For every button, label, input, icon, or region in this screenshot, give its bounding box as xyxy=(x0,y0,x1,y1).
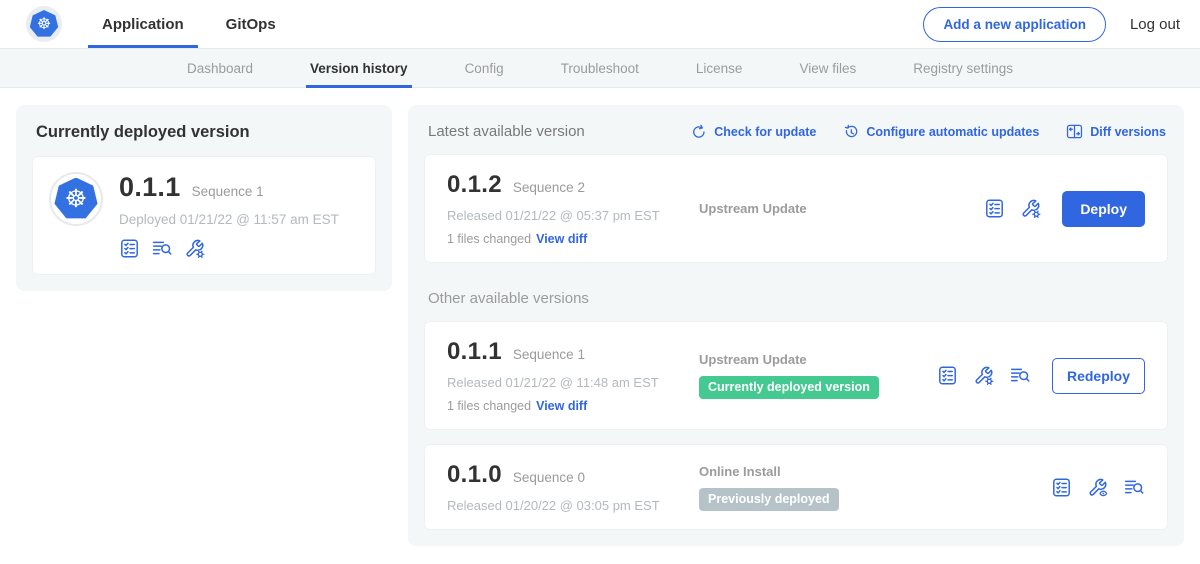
released-timestamp: Released 01/20/22 @ 03:05 pm EST xyxy=(447,498,699,513)
add-application-button[interactable]: Add a new application xyxy=(923,7,1106,42)
view-diff-link[interactable]: View diff xyxy=(536,232,587,246)
version-sequence: Sequence 2 xyxy=(513,180,585,195)
diff-versions-icon xyxy=(1066,123,1083,140)
preflight-checks-icon[interactable] xyxy=(937,365,958,386)
currently-deployed-title: Currently deployed version xyxy=(36,123,376,142)
tab-application[interactable]: Application xyxy=(88,0,198,48)
currently-deployed-badge: Currently deployed version xyxy=(699,376,879,399)
files-changed-label: 1 files changed xyxy=(447,232,531,246)
tab-gitops-label: GitOps xyxy=(226,16,276,33)
tab-license[interactable]: License xyxy=(696,49,743,87)
diff-versions-link[interactable]: Diff versions xyxy=(1066,123,1166,140)
tab-application-label: Application xyxy=(102,16,184,33)
deploy-logs-icon[interactable] xyxy=(1009,365,1031,386)
tab-troubleshoot[interactable]: Troubleshoot xyxy=(561,49,639,87)
preflight-checks-icon[interactable] xyxy=(984,198,1005,219)
view-diff-link[interactable]: View diff xyxy=(536,399,587,413)
current-version-number: 0.1.1 xyxy=(119,172,181,203)
app-kubernetes-logo-icon: ☸ xyxy=(49,172,103,226)
version-source-label: Online Install xyxy=(699,464,1051,479)
version-source-label: Upstream Update xyxy=(699,352,937,367)
kubernetes-logo-icon: ☸ xyxy=(26,6,62,42)
released-timestamp: Released 01/21/22 @ 05:37 pm EST xyxy=(447,208,699,223)
configure-automatic-updates-link[interactable]: Configure automatic updates xyxy=(843,124,1039,140)
version-sequence: Sequence 1 xyxy=(513,347,585,362)
config-wrench-gear-icon[interactable] xyxy=(973,365,994,386)
version-source-label: Upstream Update xyxy=(699,201,984,216)
check-for-update-link[interactable]: Check for update xyxy=(691,124,816,140)
files-changed-label: 1 files changed xyxy=(447,399,531,413)
previously-deployed-badge: Previously deployed xyxy=(699,488,839,511)
config-wrench-gear-icon[interactable] xyxy=(184,238,205,259)
preflight-checks-icon[interactable] xyxy=(119,238,140,259)
version-history-panel: Latest available version Check for updat… xyxy=(408,105,1184,546)
deploy-logs-icon[interactable] xyxy=(1123,477,1145,498)
tab-version-history[interactable]: Version history xyxy=(310,49,408,87)
refresh-icon xyxy=(691,124,707,140)
schedule-update-icon xyxy=(843,124,859,140)
version-card-0-1-0: 0.1.0 Sequence 0 Released 01/20/22 @ 03:… xyxy=(424,444,1168,530)
deploy-logs-icon[interactable] xyxy=(151,238,173,259)
currently-deployed-panel: Currently deployed version ☸ 0.1.1 Seque… xyxy=(16,105,392,291)
currently-deployed-card: ☸ 0.1.1 Sequence 1 Deployed 01/21/22 @ 1… xyxy=(32,156,376,275)
version-number: 0.1.1 xyxy=(447,338,502,366)
tab-view-files[interactable]: View files xyxy=(799,49,856,87)
deploy-button[interactable]: Deploy xyxy=(1062,191,1145,227)
version-sequence: Sequence 0 xyxy=(513,470,585,485)
tab-dashboard[interactable]: Dashboard xyxy=(187,49,253,87)
current-version-sequence: Sequence 1 xyxy=(192,184,264,199)
config-wrench-view-icon[interactable] xyxy=(1087,477,1108,498)
logout-button[interactable]: Log out xyxy=(1130,16,1180,33)
redeploy-button[interactable]: Redeploy xyxy=(1052,358,1145,394)
version-number: 0.1.0 xyxy=(447,461,502,489)
released-timestamp: Released 01/21/22 @ 11:48 am EST xyxy=(447,375,699,390)
other-versions-title: Other available versions xyxy=(428,290,1166,307)
current-deployed-timestamp: Deployed 01/21/22 @ 11:57 am EST xyxy=(119,212,339,227)
version-card-0-1-1: 0.1.1 Sequence 1 Released 01/21/22 @ 11:… xyxy=(424,321,1168,430)
config-wrench-gear-icon[interactable] xyxy=(1020,198,1041,219)
preflight-checks-icon[interactable] xyxy=(1051,477,1072,498)
latest-available-title: Latest available version xyxy=(428,123,585,140)
tab-config[interactable]: Config xyxy=(465,49,504,87)
version-card-0-1-2: 0.1.2 Sequence 2 Released 01/21/22 @ 05:… xyxy=(424,154,1168,263)
top-nav: ☸ Application GitOps Add a new applicati… xyxy=(0,0,1200,48)
tab-gitops[interactable]: GitOps xyxy=(212,0,290,48)
app-sub-nav: Dashboard Version history Config Trouble… xyxy=(0,48,1200,88)
tab-registry-settings[interactable]: Registry settings xyxy=(913,49,1013,87)
version-number: 0.1.2 xyxy=(447,171,502,199)
